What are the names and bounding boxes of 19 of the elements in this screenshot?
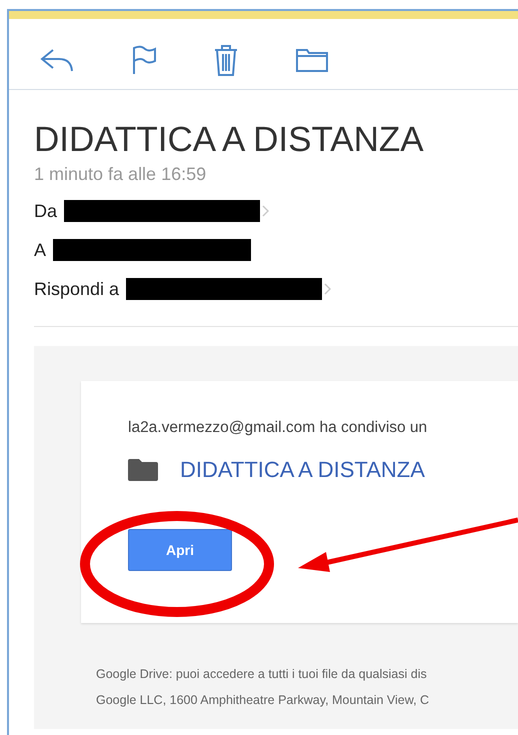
flag-button[interactable]	[131, 45, 157, 75]
reply-icon	[39, 47, 75, 73]
folder-link[interactable]: DIDATTICA A DISTANZA	[180, 457, 425, 483]
timestamp: 1 minuto fa alle 16:59	[34, 164, 208, 185]
header-label: A	[34, 240, 46, 260]
reply-button[interactable]	[39, 47, 75, 73]
header-label: Da	[34, 200, 58, 222]
header-label: Rispondi a	[34, 278, 120, 300]
folder-icon	[295, 47, 329, 73]
trash-icon	[213, 43, 239, 77]
footer-text: Google Drive: puoi accedere a tutti i tuoi file da qualsiasi dis	[96, 666, 428, 683]
folder-button[interactable]	[295, 47, 329, 73]
folder-icon	[128, 459, 158, 481]
share-message: la2a.vermezzo@gmail.com ha condiviso un	[128, 419, 428, 437]
flag-icon	[131, 45, 157, 75]
open-button[interactable]: Apri	[128, 529, 232, 571]
footer-text: Google LLC, 1600 Amphitheatre Parkway, Mountain View, C	[96, 692, 430, 709]
email-subject: DIDATTICA A DISTANZA	[34, 120, 425, 160]
trash-button[interactable]	[213, 43, 239, 77]
